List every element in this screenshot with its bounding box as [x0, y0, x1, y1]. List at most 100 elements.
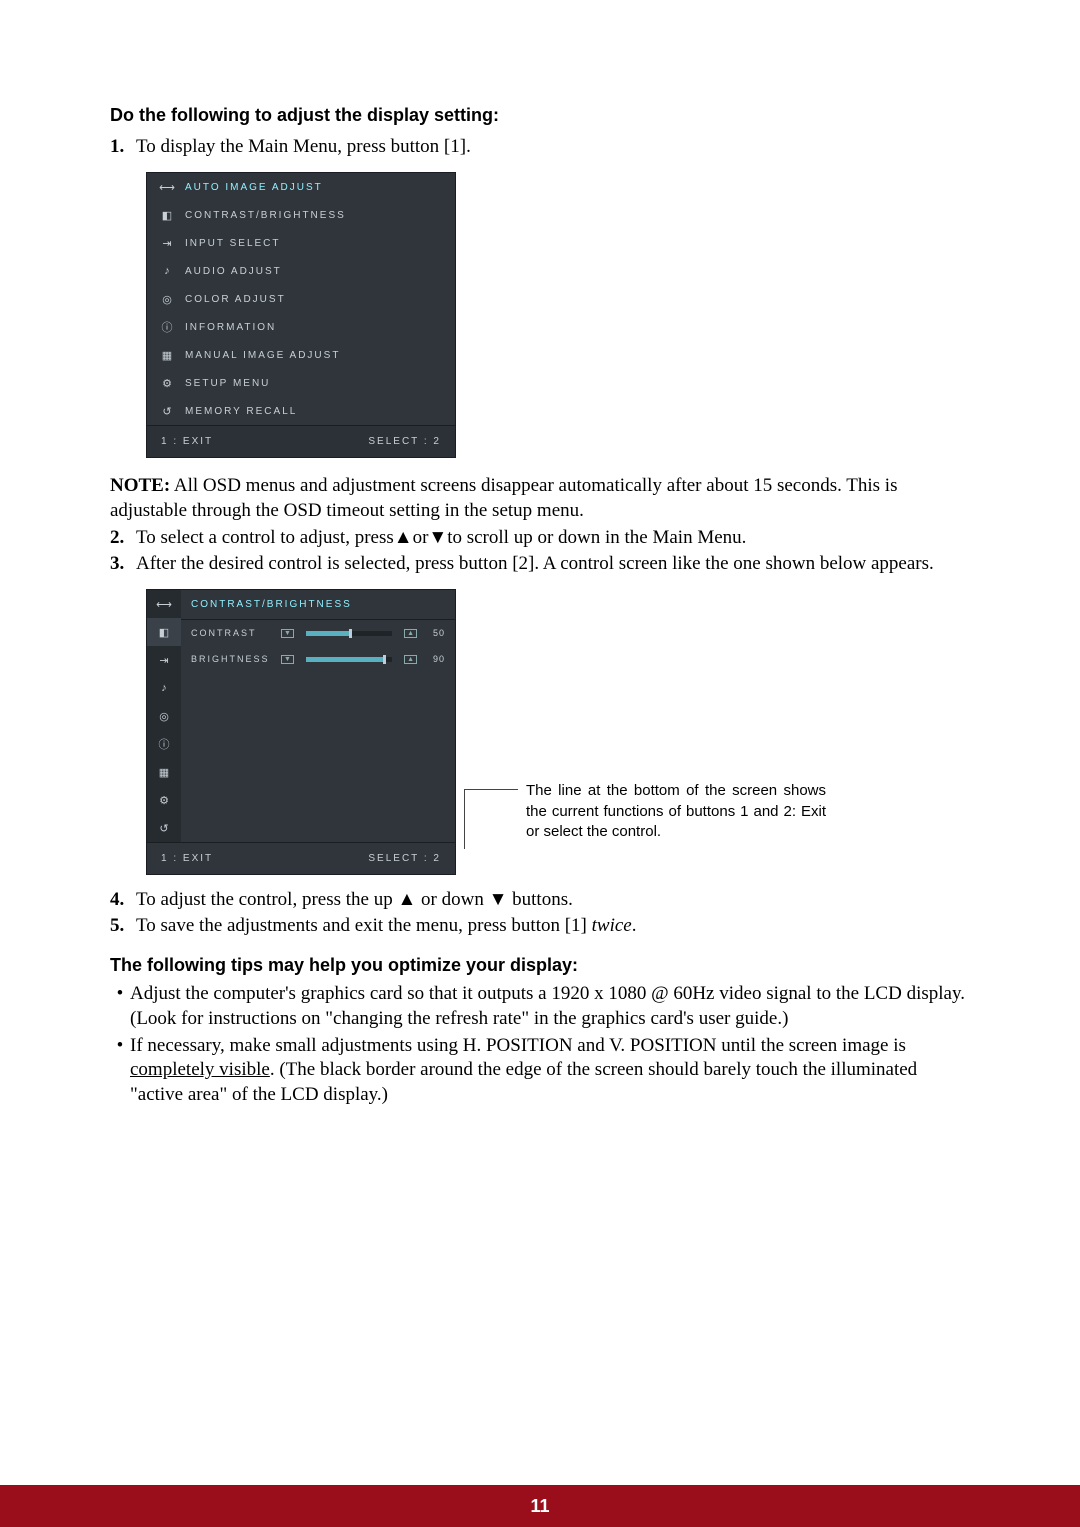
up-arrow-icon: ▲ [394, 527, 413, 548]
input-icon: ⇥ [159, 237, 175, 249]
page-footer: 11 [0, 1485, 1080, 1527]
down-arrow-icon: ▼ [489, 889, 508, 910]
osd-exit-label: 1 : EXIT [161, 853, 213, 864]
bullet-icon: • [110, 1034, 130, 1108]
osd-item: ⟷ AUTO IMAGE ADJUST [147, 173, 455, 201]
contrast-slider [306, 631, 392, 636]
text-frag: or [413, 527, 429, 548]
text-frag: To save the adjustments and exit the men… [136, 915, 592, 936]
osd-contrast-menu: ⟷ ◧ ⇥ ♪ ◎ ⓘ ▦ ⚙ ↺ CONTRAST/BRIGHTNESS CO… [146, 589, 456, 875]
osd-item: ◧ CONTRAST/BRIGHTNESS [147, 201, 455, 229]
osd-item: ♪ AUDIO ADJUST [147, 257, 455, 285]
text-frag: To adjust the control, press the up [136, 889, 397, 910]
step-2-text: To select a control to adjust, press▲or▼… [136, 527, 970, 549]
brightness-row: BRIGHTNESS ▼ ▲ 90 [181, 646, 455, 672]
auto-adjust-icon: ⟷ [147, 590, 181, 618]
text-frag: If necessary, make small adjustments usi… [130, 1035, 906, 1056]
brightness-slider [306, 657, 392, 662]
text-frag: . [632, 915, 637, 936]
setup-icon: ⚙ [159, 377, 175, 389]
osd-item: ▦ MANUAL IMAGE ADJUST [147, 341, 455, 369]
note-text: All OSD menus and adjustment screens dis… [110, 475, 898, 521]
osd-item-label: MANUAL IMAGE ADJUST [185, 350, 340, 361]
osd-item-label: AUDIO ADJUST [185, 266, 282, 277]
osd-item: ◎ COLOR ADJUST [147, 285, 455, 313]
text-emphasis: twice [592, 915, 632, 936]
osd-item-label: COLOR ADJUST [185, 294, 286, 305]
down-arrow-icon: ▼ [281, 629, 294, 638]
step-5: 5. To save the adjustments and exit the … [110, 915, 970, 937]
text-frag: or down [416, 889, 488, 910]
down-arrow-icon: ▼ [428, 527, 447, 548]
info-icon: ⓘ [147, 730, 181, 758]
color-icon: ◎ [159, 293, 175, 305]
down-arrow-icon: ▼ [281, 655, 294, 664]
tip-text: Adjust the computer's graphics card so t… [130, 982, 970, 1031]
tips-heading: The following tips may help you optimize… [110, 955, 970, 976]
step-4-num: 4. [110, 889, 136, 911]
osd-side-icons: ⟷ ◧ ⇥ ♪ ◎ ⓘ ▦ ⚙ ↺ [147, 590, 181, 842]
osd-item: ⓘ INFORMATION [147, 313, 455, 341]
manual-adjust-icon: ▦ [147, 758, 181, 786]
osd-main-menu: ⟷ AUTO IMAGE ADJUST ◧ CONTRAST/BRIGHTNES… [146, 172, 456, 458]
osd-select-label: SELECT : 2 [368, 853, 441, 864]
step-1-text: To display the Main Menu, press button [… [136, 136, 970, 158]
osd-item-label: AUTO IMAGE ADJUST [185, 182, 323, 193]
tip-item: • Adjust the computer's graphics card so… [110, 982, 970, 1031]
audio-icon: ♪ [159, 265, 175, 277]
step-4-text: To adjust the control, press the up ▲ or… [136, 889, 970, 911]
setup-icon: ⚙ [147, 786, 181, 814]
step-4: 4. To adjust the control, press the up ▲… [110, 889, 970, 911]
step-1-num: 1. [110, 136, 136, 158]
contrast-row: CONTRAST ▼ ▲ 50 [181, 620, 455, 646]
text-frag: buttons. [507, 889, 572, 910]
osd-item-label: INPUT SELECT [185, 238, 281, 249]
contrast-label: CONTRAST [191, 628, 273, 638]
text-underline: completely visible [130, 1059, 270, 1080]
manual-adjust-icon: ▦ [159, 349, 175, 361]
step-2-num: 2. [110, 527, 136, 549]
up-arrow-icon: ▲ [404, 655, 417, 664]
step-3: 3. After the desired control is selected… [110, 553, 970, 575]
step-2: 2. To select a control to adjust, press▲… [110, 527, 970, 549]
text-frag: To select a control to adjust, press [136, 527, 394, 548]
audio-icon: ♪ [147, 674, 181, 702]
note-label: NOTE: [110, 475, 170, 496]
contrast-icon: ◧ [147, 618, 181, 646]
osd-item: ↺ MEMORY RECALL [147, 397, 455, 425]
info-icon: ⓘ [159, 321, 175, 333]
step-5-num: 5. [110, 915, 136, 937]
callout-text: The line at the bottom of the screen sho… [526, 781, 826, 842]
osd-select-label: SELECT : 2 [368, 436, 441, 447]
osd-item-label: CONTRAST/BRIGHTNESS [185, 210, 346, 221]
osd-item-label: SETUP MENU [185, 378, 270, 389]
page-number: 11 [530, 1496, 549, 1517]
step-5-text: To save the adjustments and exit the men… [136, 915, 970, 937]
osd-exit-label: 1 : EXIT [161, 436, 213, 447]
step-3-num: 3. [110, 553, 136, 575]
osd-footer: 1 : EXIT SELECT : 2 [147, 425, 455, 457]
auto-adjust-icon: ⟷ [159, 181, 175, 193]
osd-submenu-title: CONTRAST/BRIGHTNESS [181, 590, 455, 620]
note-block: NOTE: All OSD menus and adjustment scree… [110, 474, 970, 523]
step-3-text: After the desired control is selected, p… [136, 553, 970, 575]
contrast-icon: ◧ [159, 209, 175, 221]
section-heading: Do the following to adjust the display s… [110, 105, 970, 126]
brightness-label: BRIGHTNESS [191, 654, 273, 664]
input-icon: ⇥ [147, 646, 181, 674]
recall-icon: ↺ [147, 814, 181, 842]
bullet-icon: • [110, 982, 130, 1031]
contrast-value: 50 [425, 628, 445, 638]
osd-item: ⇥ INPUT SELECT [147, 229, 455, 257]
text-frag: to scroll up or down in the Main Menu. [447, 527, 746, 548]
recall-icon: ↺ [159, 405, 175, 417]
tip-text: If necessary, make small adjustments usi… [130, 1034, 970, 1108]
osd-footer: 1 : EXIT SELECT : 2 [147, 842, 455, 874]
up-arrow-icon: ▲ [404, 629, 417, 638]
up-arrow-icon: ▲ [397, 889, 416, 910]
tip-item: • If necessary, make small adjustments u… [110, 1034, 970, 1108]
color-icon: ◎ [147, 702, 181, 730]
step-1: 1. To display the Main Menu, press butto… [110, 136, 970, 158]
osd-item: ⚙ SETUP MENU [147, 369, 455, 397]
brightness-value: 90 [425, 654, 445, 664]
